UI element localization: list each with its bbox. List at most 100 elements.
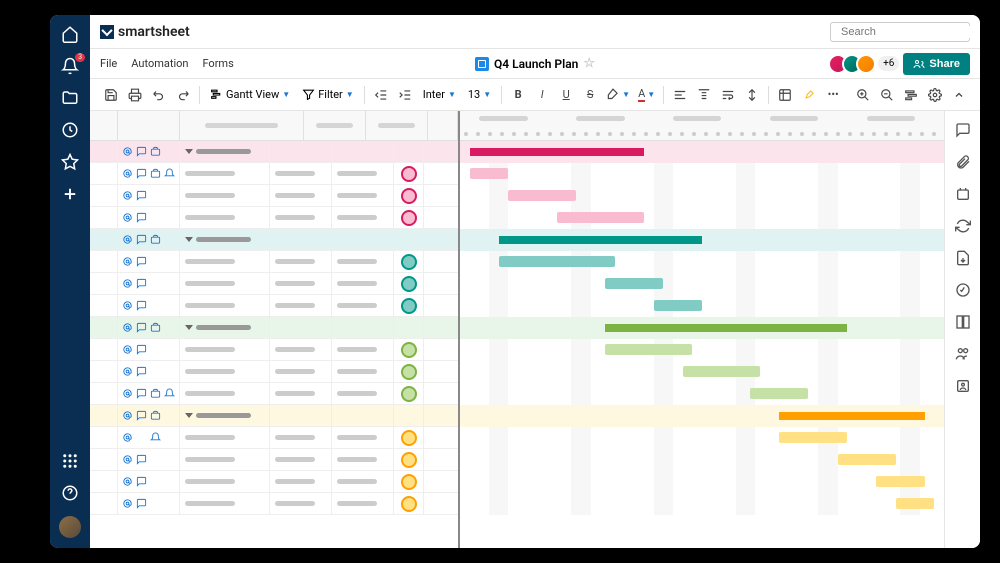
brief-icon[interactable] bbox=[150, 168, 161, 179]
chat-icon[interactable] bbox=[136, 366, 147, 377]
chat-icon[interactable] bbox=[136, 256, 147, 267]
at-icon[interactable] bbox=[122, 476, 133, 487]
grid-row[interactable] bbox=[90, 251, 458, 273]
gantt-row[interactable] bbox=[460, 339, 944, 361]
cell[interactable] bbox=[332, 361, 394, 382]
gantt-row[interactable] bbox=[460, 251, 944, 273]
cell[interactable] bbox=[270, 163, 332, 184]
task-cell[interactable] bbox=[180, 273, 270, 294]
grid-row[interactable] bbox=[90, 141, 458, 163]
cell[interactable] bbox=[332, 493, 394, 514]
font-size-select[interactable]: 13▼ bbox=[463, 88, 496, 101]
gantt-bar[interactable] bbox=[470, 148, 644, 156]
align-left-icon[interactable] bbox=[669, 84, 691, 106]
chat-icon[interactable] bbox=[136, 344, 147, 355]
task-cell[interactable] bbox=[180, 251, 270, 272]
gantt-bar[interactable] bbox=[779, 432, 847, 443]
folder-icon[interactable] bbox=[61, 89, 79, 107]
grid-row[interactable] bbox=[90, 273, 458, 295]
task-cell[interactable] bbox=[180, 471, 270, 492]
cell[interactable] bbox=[270, 141, 332, 162]
grid-row[interactable] bbox=[90, 449, 458, 471]
gantt-row[interactable] bbox=[460, 141, 944, 163]
format-icon[interactable] bbox=[741, 84, 763, 106]
cell[interactable] bbox=[270, 339, 332, 360]
chat-icon[interactable] bbox=[136, 234, 147, 245]
task-cell[interactable] bbox=[180, 405, 270, 426]
filter-button[interactable]: Filter▼ bbox=[297, 88, 359, 101]
timeline-icon[interactable] bbox=[900, 84, 922, 106]
gantt-row[interactable] bbox=[460, 471, 944, 493]
owner-cell[interactable] bbox=[394, 427, 424, 448]
task-cell[interactable] bbox=[180, 185, 270, 206]
publish-icon[interactable] bbox=[954, 249, 972, 267]
at-icon[interactable] bbox=[122, 212, 133, 223]
cell[interactable] bbox=[270, 405, 332, 426]
owner-cell[interactable] bbox=[394, 295, 424, 316]
underline-icon[interactable]: U bbox=[555, 84, 577, 106]
at-icon[interactable] bbox=[122, 256, 133, 267]
owner-cell[interactable] bbox=[394, 361, 424, 382]
owner-cell[interactable] bbox=[394, 493, 424, 514]
gantt-bar[interactable] bbox=[605, 324, 847, 332]
zoom-out-icon[interactable] bbox=[876, 84, 898, 106]
task-cell[interactable] bbox=[180, 141, 270, 162]
owner-cell[interactable] bbox=[394, 141, 424, 162]
cell[interactable] bbox=[332, 339, 394, 360]
task-cell[interactable] bbox=[180, 339, 270, 360]
at-icon[interactable] bbox=[122, 322, 133, 333]
cell[interactable] bbox=[332, 229, 394, 250]
gantt-row[interactable] bbox=[460, 295, 944, 317]
highlight-icon[interactable] bbox=[798, 84, 820, 106]
owner-cell[interactable] bbox=[394, 471, 424, 492]
gantt-row[interactable] bbox=[460, 207, 944, 229]
owner-avatar[interactable] bbox=[401, 166, 417, 182]
chat-icon[interactable] bbox=[136, 278, 147, 289]
cell[interactable] bbox=[332, 405, 394, 426]
menu-forms[interactable]: Forms bbox=[202, 57, 233, 70]
cell[interactable] bbox=[332, 471, 394, 492]
grid-row[interactable] bbox=[90, 295, 458, 317]
cell[interactable] bbox=[270, 383, 332, 404]
column-header[interactable] bbox=[366, 111, 428, 140]
fill-color-icon[interactable]: ▼ bbox=[603, 84, 633, 106]
cell[interactable] bbox=[270, 229, 332, 250]
owner-cell[interactable] bbox=[394, 405, 424, 426]
summary-icon[interactable] bbox=[954, 313, 972, 331]
menu-automation[interactable]: Automation bbox=[131, 57, 188, 70]
at-icon[interactable] bbox=[122, 300, 133, 311]
grid-row[interactable] bbox=[90, 207, 458, 229]
grid-row[interactable] bbox=[90, 405, 458, 427]
more-icon[interactable]: ••• bbox=[822, 84, 844, 106]
grid-row[interactable] bbox=[90, 471, 458, 493]
task-cell[interactable] bbox=[180, 449, 270, 470]
chat-icon[interactable] bbox=[136, 168, 147, 179]
owner-cell[interactable] bbox=[394, 229, 424, 250]
gantt-bar[interactable] bbox=[654, 300, 702, 311]
gantt-row[interactable] bbox=[460, 361, 944, 383]
owner-avatar[interactable] bbox=[401, 210, 417, 226]
bell-icon[interactable] bbox=[150, 432, 161, 443]
chat-icon[interactable] bbox=[136, 410, 147, 421]
cell[interactable] bbox=[270, 295, 332, 316]
cell[interactable] bbox=[270, 273, 332, 294]
at-icon[interactable] bbox=[122, 454, 133, 465]
chat-icon[interactable] bbox=[136, 300, 147, 311]
favorites-icon[interactable] bbox=[61, 153, 79, 171]
owner-avatar[interactable] bbox=[401, 298, 417, 314]
cell[interactable] bbox=[332, 141, 394, 162]
cell[interactable] bbox=[270, 449, 332, 470]
brand-logo[interactable]: smartsheet bbox=[100, 24, 190, 40]
grid-row[interactable] bbox=[90, 339, 458, 361]
cell[interactable] bbox=[270, 317, 332, 338]
cell[interactable] bbox=[332, 317, 394, 338]
grid-row[interactable] bbox=[90, 317, 458, 339]
owner-avatar[interactable] bbox=[401, 474, 417, 490]
cell[interactable] bbox=[270, 361, 332, 382]
bell-icon[interactable] bbox=[164, 168, 175, 179]
menu-file[interactable]: File bbox=[100, 57, 117, 70]
italic-icon[interactable]: I bbox=[531, 84, 553, 106]
grid-row[interactable] bbox=[90, 361, 458, 383]
grid-row[interactable] bbox=[90, 185, 458, 207]
at-icon[interactable] bbox=[122, 366, 133, 377]
